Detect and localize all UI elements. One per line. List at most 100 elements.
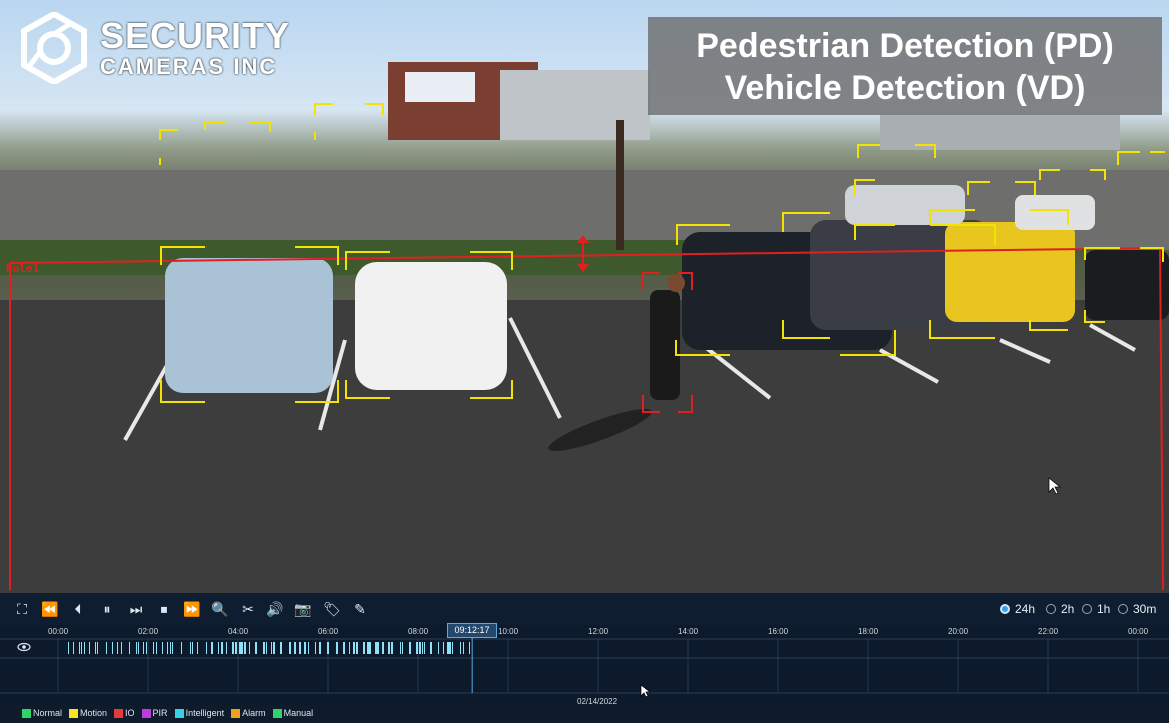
rule-label: Rule1 — [6, 262, 40, 275]
radio-button[interactable] — [1118, 604, 1128, 614]
recording-segment — [97, 642, 98, 654]
banner-line-2: Vehicle Detection (VD) — [724, 69, 1086, 107]
recording-segment — [308, 642, 309, 654]
legend-swatch — [141, 708, 151, 718]
recording-segment — [367, 642, 369, 654]
recording-segment — [153, 642, 154, 654]
logo-title: SECURITY — [100, 15, 291, 56]
recording-segment — [424, 642, 425, 654]
recording-segment — [369, 642, 371, 654]
recording-segment — [280, 642, 282, 654]
recording-segment — [363, 642, 365, 654]
camera-video-view[interactable]: SECURITY CAMERAS INC Pedestrian Detectio… — [0, 0, 1169, 593]
recording-segment — [136, 642, 137, 654]
range-option-2h[interactable]: 2h — [1046, 602, 1074, 616]
recording-segment — [221, 642, 223, 654]
recording-segment — [449, 642, 451, 654]
recording-segment — [336, 642, 338, 654]
legend-swatch — [174, 708, 184, 718]
legend-label: Normal — [33, 708, 63, 718]
stop-icon[interactable]: ⏹ — [154, 600, 174, 618]
legend-swatch — [114, 708, 124, 718]
edit-tag-icon[interactable]: ✎ — [350, 600, 370, 618]
recording-segment — [375, 642, 377, 654]
vehicle-box-lot-far3 — [159, 129, 178, 165]
recording-segment — [112, 642, 113, 654]
recording-segment — [319, 642, 321, 654]
rewind-icon[interactable]: ⏪ — [40, 600, 60, 618]
radio-button[interactable] — [1046, 604, 1056, 614]
recording-segment — [266, 642, 267, 654]
step-forward-icon[interactable]: ⏭ — [126, 600, 146, 618]
recording-segment — [249, 642, 250, 654]
timeline-tick-label: 08:00 — [408, 627, 429, 636]
legend-item: PIR — [141, 708, 168, 718]
recording-segment — [299, 642, 301, 654]
logo: SECURITY CAMERAS INC — [18, 12, 290, 84]
recording-segment — [402, 642, 403, 654]
range-option-24h[interactable]: 24h — [1000, 602, 1035, 616]
range-label: 24h — [1015, 602, 1036, 616]
vehicle-box-lot-far — [314, 103, 384, 140]
legend-item: Motion — [69, 708, 107, 718]
recording-segment — [388, 642, 390, 654]
current-time-marker[interactable]: 09:12:17 — [447, 623, 497, 638]
radio-button[interactable] — [1082, 604, 1092, 614]
recording-segment — [315, 642, 316, 654]
recording-segment — [438, 642, 439, 654]
recording-segment — [400, 642, 401, 654]
recording-segment — [377, 642, 379, 654]
snapshot-icon[interactable]: 📷 — [293, 600, 313, 618]
recording-segment — [170, 642, 171, 654]
recording-segment — [235, 642, 237, 654]
recording-segment — [79, 642, 80, 654]
fullscreen-icon[interactable]: ⛶ — [12, 600, 32, 618]
recording-segment — [241, 642, 243, 654]
recording-segment — [353, 642, 355, 654]
recording-segment — [162, 642, 163, 654]
recording-segment — [391, 642, 393, 654]
eye-icon[interactable] — [17, 642, 31, 652]
range-option-30m[interactable]: 30m — [1118, 602, 1156, 616]
range-option-1h[interactable]: 1h — [1082, 602, 1110, 616]
hedge — [0, 240, 700, 275]
radio-button[interactable] — [1000, 604, 1010, 614]
timeline[interactable] — [0, 625, 1169, 705]
timeline-tick-label: 22:00 — [1038, 627, 1059, 636]
legend-label: IO — [125, 708, 135, 718]
timeline-date: 02/14/2022 — [577, 697, 618, 706]
recording-segment — [81, 642, 82, 654]
recording-segment — [218, 642, 219, 654]
vehicle-box-lot-far2 — [204, 121, 271, 132]
legend-item: IO — [114, 708, 135, 718]
pedestrian-head — [667, 274, 685, 292]
legend-item: Normal — [22, 708, 62, 718]
reverse-play-icon[interactable]: ⏴ — [68, 600, 88, 618]
zoom-icon[interactable]: 🔍 — [210, 600, 230, 618]
clip-icon[interactable]: ✂ — [238, 600, 258, 618]
recording-segment — [146, 642, 147, 654]
car-silver-suv — [165, 258, 333, 393]
recording-segment — [181, 642, 182, 654]
recording-type-legend: Normal Motion IO PIR Intelligent Alarm Manual — [22, 708, 313, 718]
tag-icon[interactable]: 🏷 — [322, 600, 342, 618]
car-yellow-jeep — [945, 222, 1075, 322]
timeline-tick-label: 00:00 — [48, 627, 69, 636]
fast-forward-icon[interactable]: ⏩ — [182, 600, 202, 618]
recording-segment — [255, 642, 257, 654]
recording-segment — [106, 642, 107, 654]
recording-segment — [95, 642, 96, 654]
recording-segment — [239, 642, 241, 654]
pause-icon[interactable]: ⏸ — [97, 600, 117, 618]
range-label: 30m — [1133, 602, 1157, 616]
recording-segment — [89, 642, 90, 654]
timeline-tick-label: 02:00 — [138, 627, 159, 636]
legend-label: Motion — [80, 708, 108, 718]
recording-segment — [143, 642, 144, 654]
timeline-track[interactable] — [0, 625, 1169, 705]
recording-segment — [172, 642, 173, 654]
recording-segment — [447, 642, 449, 654]
recording-segment — [244, 642, 246, 654]
recording-segment — [294, 642, 296, 654]
audio-icon[interactable]: 🔊 — [265, 600, 285, 618]
